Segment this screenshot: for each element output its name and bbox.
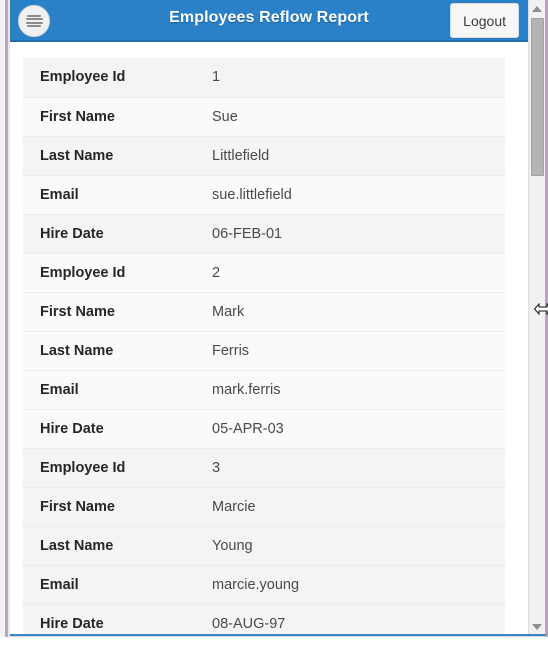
row-label: Employee Id: [23, 447, 210, 487]
table-row[interactable]: Last Name Young: [23, 525, 505, 565]
hamburger-bars: [25, 14, 43, 28]
table-row[interactable]: Last Name Ferris: [23, 330, 505, 370]
scroll-up-triangle: [532, 6, 542, 12]
table-row[interactable]: Email sue.littlefield: [23, 174, 505, 214]
row-value: sue.littlefield: [210, 174, 505, 214]
table-row[interactable]: Hire Date 06-FEB-01: [23, 213, 505, 253]
row-label: Employee Id: [40, 69, 126, 86]
report-table-body: Employee Id 1 First Name Sue Last Name L…: [23, 58, 505, 634]
scroll-down-arrow-icon[interactable]: [529, 619, 545, 635]
table-row[interactable]: Hire Date 08-AUG-97: [23, 603, 505, 634]
row-value: Young: [210, 525, 505, 565]
row-label: Email: [23, 174, 210, 214]
vertical-scrollbar[interactable]: [528, 0, 545, 637]
row-label: Last Name: [23, 525, 210, 565]
table-row[interactable]: First Name Marcie: [23, 486, 505, 526]
row-value: 3: [210, 447, 505, 487]
row-label: Hire Date: [23, 603, 210, 634]
row-label: First Name: [23, 486, 210, 526]
row-value: marcie.young: [210, 564, 505, 604]
table-row[interactable]: Employee Id 2: [23, 252, 505, 292]
row-value: Marcie: [210, 486, 505, 526]
row-label: Hire Date: [23, 408, 210, 448]
row-value: 2: [210, 252, 505, 292]
row-label: First Name: [23, 96, 210, 136]
employees-reflow-table: Employee Id 1 First Name Sue Last Name L…: [23, 58, 505, 634]
scroll-down-triangle: [532, 624, 542, 630]
row-label: Email: [23, 369, 210, 409]
table-row[interactable]: Email marcie.young: [23, 564, 505, 604]
report-body: Employee Id 1 First Name Sue Last Name L…: [10, 42, 528, 634]
row-value: Ferris: [210, 330, 505, 370]
row-label: First Name: [23, 291, 210, 331]
app-page: Employees Reflow Report Logout Employee …: [10, 0, 528, 640]
browser-viewport: Employees Reflow Report Logout Employee …: [0, 0, 548, 645]
row-label: Employee Id: [23, 252, 210, 292]
frame-bottom-gap: [0, 637, 548, 645]
table-row[interactable]: Email mark.ferris: [23, 369, 505, 409]
table-row[interactable]: First Name Mark: [23, 291, 505, 331]
row-value: 1: [212, 69, 221, 86]
row-value: 06-FEB-01: [210, 213, 505, 253]
table-row[interactable]: Employee Id 1: [23, 58, 505, 97]
row-value: Mark: [210, 291, 505, 331]
scroll-up-arrow-icon[interactable]: [529, 1, 545, 17]
logout-button[interactable]: Logout: [450, 3, 519, 38]
row-label: Hire Date: [23, 213, 210, 253]
table-row[interactable]: Employee Id 3: [23, 447, 505, 487]
row-value: 08-AUG-97: [210, 603, 505, 634]
scrollbar-thumb[interactable]: [531, 18, 544, 176]
hamburger-menu-icon[interactable]: [18, 5, 50, 37]
hamburger-bar-3: [25, 21, 43, 24]
table-row[interactable]: Last Name Littlefield: [23, 135, 505, 175]
hamburger-bar-2: [25, 18, 43, 21]
hamburger-bar-4: [26, 25, 41, 28]
row-label: Email: [23, 564, 210, 604]
row-value: mark.ferris: [210, 369, 505, 409]
table-row[interactable]: Hire Date 05-APR-03: [23, 408, 505, 448]
row-label: Last Name: [23, 330, 210, 370]
row-value: 05-APR-03: [210, 408, 505, 448]
table-row[interactable]: First Name Sue: [23, 96, 505, 136]
hamburger-bar-1: [26, 14, 41, 17]
row-value: Littlefield: [210, 135, 505, 175]
row-value: Sue: [210, 96, 505, 136]
row-label: Last Name: [23, 135, 210, 175]
app-header: Employees Reflow Report Logout: [10, 0, 528, 42]
